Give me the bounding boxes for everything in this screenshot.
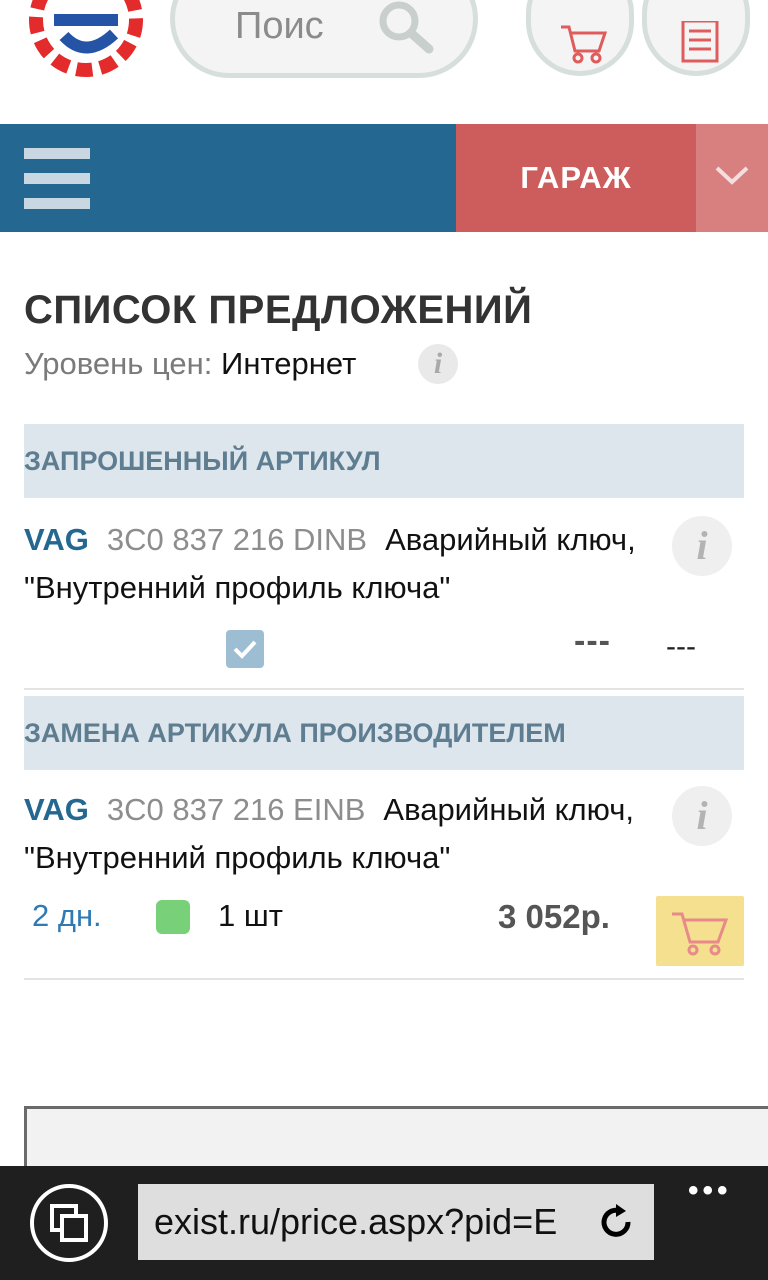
search-placeholder: Поис — [235, 5, 324, 47]
price-level-value[interactable]: Интернет — [221, 346, 356, 381]
article-code: 3C0 837 216 DINB — [106, 522, 368, 557]
address-bar[interactable]: exist.ru/price.aspx?pid=E — [138, 1184, 654, 1260]
brand-link[interactable]: VAG — [24, 792, 89, 827]
tabs-button[interactable] — [30, 1184, 108, 1262]
section-requested-article: ЗАПРОШЕННЫЙ АРТИКУЛ — [24, 424, 744, 498]
info-icon[interactable]: i — [672, 516, 732, 576]
info-icon[interactable]: i — [418, 344, 458, 384]
add-to-cart-button[interactable] — [656, 896, 744, 966]
requested-item: VAG 3C0 837 216 DINB Аварийный ключ, "Внут… — [24, 516, 654, 612]
availability-placeholder: --- — [666, 630, 696, 663]
price-level: Уровень цен: Интернет — [24, 346, 356, 382]
brand-link[interactable]: VAG — [24, 522, 89, 557]
list-icon — [681, 21, 719, 63]
article-code: 3C0 837 216 EINB — [106, 792, 366, 827]
cart-icon — [672, 912, 729, 956]
list-button[interactable] — [642, 0, 750, 76]
section-replacement-article: ЗАМЕНА АРТИКУЛА ПРОИЗВОДИТЕЛЕМ — [24, 696, 744, 770]
page-title: СПИСОК ПРЕДЛОЖЕНИЙ — [24, 288, 533, 332]
info-icon[interactable]: i — [672, 786, 732, 846]
garage-dropdown-toggle[interactable] — [696, 124, 768, 232]
cart-button[interactable] — [526, 0, 634, 76]
quantity: 1 шт — [218, 898, 283, 933]
search-input[interactable]: Поис — [170, 0, 478, 78]
search-icon[interactable] — [373, 0, 443, 59]
logo-icon[interactable] — [24, 0, 148, 80]
top-bar: Поис — [0, 0, 768, 124]
selected-checkbox[interactable] — [226, 630, 264, 668]
garage-button[interactable]: ГАРАЖ — [456, 124, 696, 232]
chevron-down-icon — [715, 166, 749, 185]
checkmark-icon — [233, 640, 257, 659]
replacement-item: VAG 3C0 837 216 EINB Аварийный ключ, "Внут… — [24, 786, 654, 882]
delivery-time[interactable]: 2 дн. — [32, 898, 102, 934]
cart-icon — [561, 25, 608, 64]
divider — [24, 688, 744, 690]
price-level-label: Уровень цен: — [24, 346, 213, 381]
tabs-icon — [50, 1204, 88, 1242]
stock-indicator — [156, 900, 190, 934]
price-placeholder: --- — [574, 622, 611, 660]
divider — [24, 978, 744, 980]
browser-bar: exist.ru/price.aspx?pid=E ••• — [0, 1166, 768, 1280]
price: 3 052р. — [498, 898, 610, 935]
refresh-icon[interactable] — [596, 1202, 636, 1242]
more-options-button[interactable]: ••• — [688, 1174, 732, 1208]
nav-bar: ГАРАЖ — [0, 124, 768, 232]
hamburger-icon[interactable] — [24, 148, 90, 210]
